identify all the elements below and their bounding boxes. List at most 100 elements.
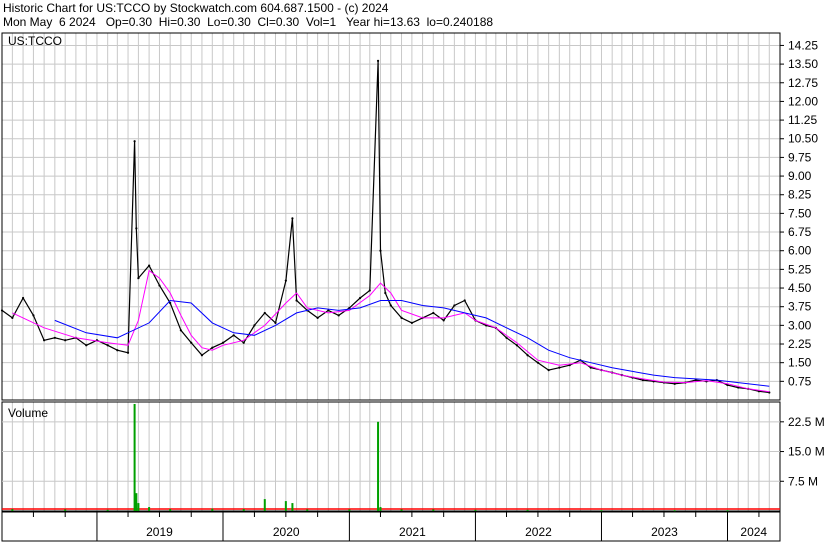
- price-point: [284, 279, 287, 282]
- price-tick-label: 3.75: [788, 300, 812, 314]
- price-point: [242, 341, 245, 344]
- price-tick-label: 6.75: [788, 225, 812, 239]
- price-panel: 14.25 13.50 12.75 12.00 11.25 10.50 9.75 9.00 8.…: [0, 32, 818, 401]
- volume-bar: [600, 510, 603, 512]
- price-point: [200, 354, 204, 357]
- x-tick-label: 2023: [651, 525, 678, 539]
- price-point: [137, 276, 140, 280]
- volume-bar: [348, 509, 351, 511]
- price-point: [106, 344, 109, 347]
- price-point: [21, 296, 25, 300]
- volume-bar: [148, 507, 151, 511]
- price-point: [274, 321, 277, 324]
- volume-bar: [474, 509, 477, 511]
- price-point: [135, 227, 138, 230]
- price-point: [673, 382, 676, 385]
- volume-tick-label: 22.5 M: [788, 415, 825, 429]
- price-point: [133, 140, 136, 143]
- price-tick-label: 14.25: [788, 38, 818, 52]
- price-point: [384, 291, 387, 295]
- price-tick-label: 8.25: [788, 188, 812, 202]
- volume-panel: 22.5 M 15.0 M 7.5 M Volume: [1, 401, 825, 512]
- price-point: [463, 299, 466, 302]
- price-point: [379, 249, 382, 252]
- price-point: [43, 339, 46, 342]
- price-point: [148, 264, 151, 267]
- volume-bar: [379, 507, 382, 511]
- x-tick-label: 2024: [740, 525, 767, 539]
- price-tick-label: 6.00: [788, 244, 812, 258]
- price-tick-label: 9.75: [788, 150, 812, 164]
- price-point: [505, 336, 508, 339]
- price-point: [0, 309, 4, 312]
- volume-bar: [137, 503, 140, 511]
- price-point: [358, 296, 362, 300]
- price-point: [558, 366, 561, 369]
- price-point: [53, 336, 56, 339]
- price-point: [515, 344, 518, 347]
- price-tick-label: 10.50: [788, 132, 818, 146]
- price-point: [190, 341, 193, 344]
- price-point: [291, 217, 294, 220]
- price-tick-label: 5.25: [788, 262, 812, 276]
- price-point: [376, 59, 380, 62]
- price-point: [337, 314, 340, 317]
- volume-bar: [11, 509, 14, 511]
- price-point: [400, 316, 403, 319]
- volume-bar: [726, 510, 729, 512]
- price-point: [232, 334, 235, 337]
- price-tick-label: 9.00: [788, 169, 812, 183]
- volume-bar: [64, 509, 67, 511]
- volume-bar: [526, 509, 529, 511]
- price-tick-label: 7.50: [788, 206, 812, 220]
- volume-bar: [284, 501, 287, 511]
- volume-bar: [263, 499, 266, 511]
- price-point: [547, 369, 550, 372]
- volume-bar: [106, 509, 109, 511]
- volume-panel-title: Volume: [8, 406, 48, 420]
- volume-bar: [135, 493, 138, 511]
- price-point: [295, 299, 298, 302]
- price-point: [211, 346, 214, 349]
- volume-bar: [306, 509, 309, 511]
- price-point: [316, 316, 319, 319]
- volume-bar: [377, 421, 380, 511]
- price-tick-label: 11.25: [788, 113, 817, 127]
- price-panel-title: US:TCCO: [8, 34, 62, 48]
- price-tick-label: 0.75: [788, 374, 812, 388]
- price-point: [453, 304, 456, 307]
- price-tick-label: 12.75: [788, 76, 818, 90]
- x-tick-label: 2019: [146, 525, 173, 539]
- x-axis-panel: 2019 2020 2021 2022 2023 2024: [1, 511, 781, 542]
- price-point: [389, 304, 392, 307]
- price-point: [432, 311, 435, 315]
- price-point: [85, 344, 88, 347]
- price-point: [126, 351, 130, 354]
- price-point: [442, 319, 445, 322]
- price-point: [32, 314, 35, 317]
- x-tick-label: 2022: [525, 525, 552, 539]
- volume-bar: [673, 510, 676, 512]
- price-point: [368, 289, 371, 292]
- price-point: [11, 316, 14, 319]
- price-point: [263, 311, 266, 315]
- price-point: [179, 329, 182, 332]
- price-point: [221, 341, 225, 344]
- price-point: [116, 349, 119, 352]
- price-point: [410, 321, 413, 324]
- price-point: [169, 301, 172, 305]
- volume-bar: [133, 403, 136, 511]
- price-tick-label: 2.25: [788, 337, 812, 351]
- price-tick-label: 3.00: [788, 318, 812, 332]
- volume-bar: [291, 503, 294, 511]
- volume-bar: [400, 509, 403, 511]
- x-tick-label: 2021: [399, 525, 426, 539]
- price-tick-label: 12.00: [788, 94, 818, 108]
- price-point: [64, 339, 67, 342]
- volume-bar: [211, 508, 214, 511]
- volume-tick-label: 7.5 M: [788, 474, 818, 488]
- price-tick-label: 13.50: [788, 57, 818, 71]
- volume-bar: [169, 509, 172, 511]
- price-tick-label: 4.50: [788, 281, 812, 295]
- volume-tick-label: 15.0 M: [788, 445, 825, 459]
